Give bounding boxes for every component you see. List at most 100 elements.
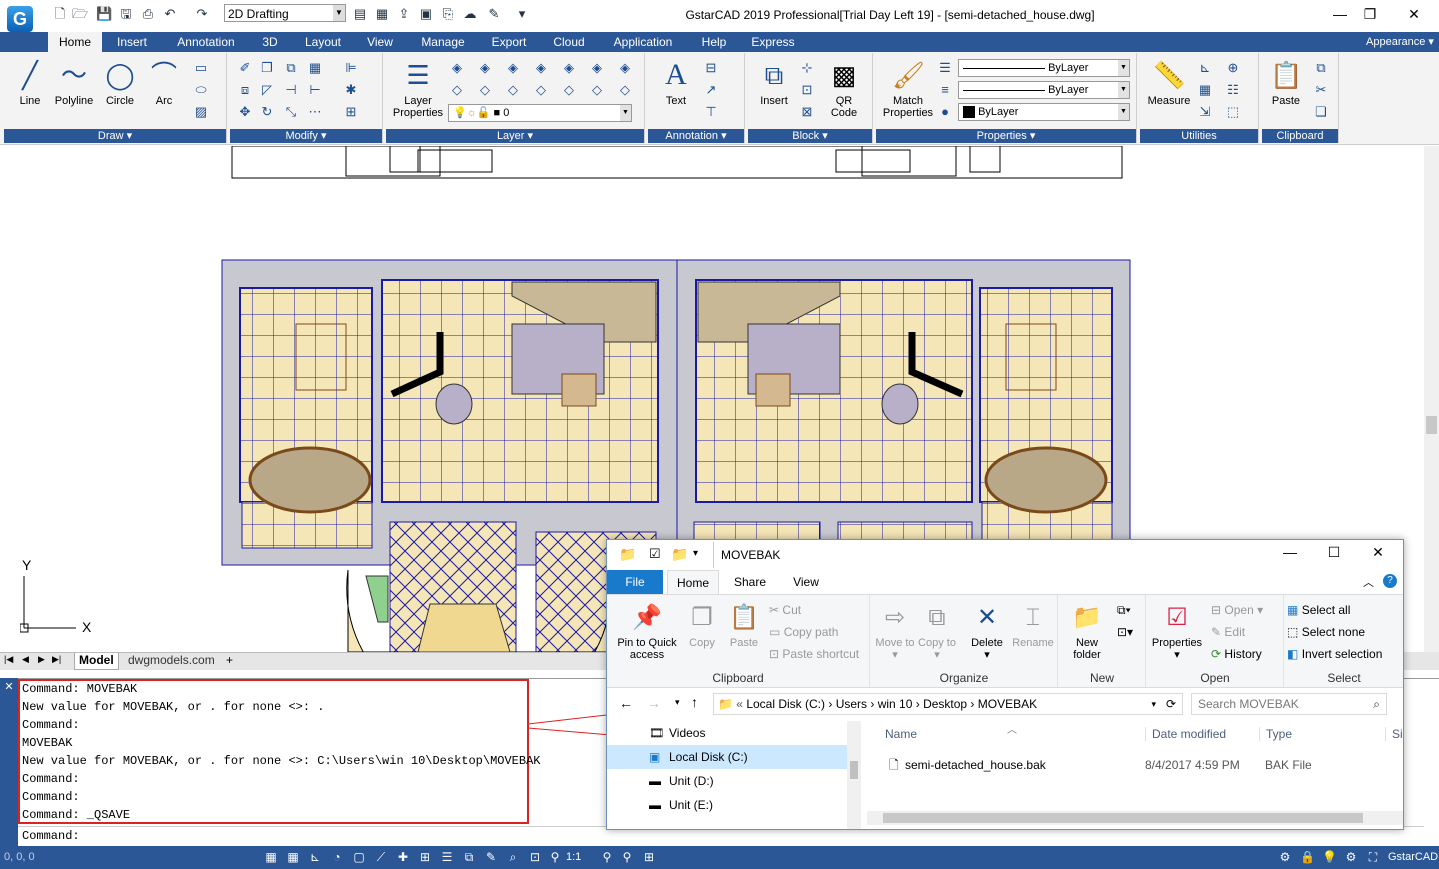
scroll-thumb[interactable] bbox=[1426, 416, 1437, 434]
pin-quick-access-button[interactable]: 📌 Pin to Quick access bbox=[611, 603, 683, 661]
collapse-ribbon-icon[interactable]: ︿ bbox=[1363, 574, 1374, 590]
scroll-thumb[interactable] bbox=[883, 813, 1363, 823]
layer-tool-8-icon[interactable]: ◇ bbox=[448, 81, 466, 99]
ellipse-icon[interactable]: ⬭ bbox=[192, 81, 210, 99]
layer-tool-6-icon[interactable]: ◈ bbox=[588, 59, 606, 77]
lineweight-toggle-icon[interactable]: ⊞ bbox=[418, 850, 432, 864]
plot-icon[interactable]: ⎘ bbox=[440, 6, 456, 22]
explorer-tab-view[interactable]: View bbox=[783, 570, 829, 594]
edit-icon[interactable]: ✎ bbox=[486, 6, 502, 22]
utilities-panel-title[interactable]: Utilities bbox=[1140, 129, 1258, 143]
qr-code-button[interactable]: ▩ QR Code bbox=[822, 59, 866, 119]
tab-nav-first-icon[interactable]: |◀ bbox=[4, 654, 13, 665]
copy-clip-icon[interactable]: ⧉ bbox=[1312, 59, 1330, 77]
layer-tool-5-icon[interactable]: ◈ bbox=[560, 59, 578, 77]
layer-panel-title[interactable]: Layer ▾ bbox=[386, 129, 644, 143]
linetype-select[interactable]: ByLayer ▼ bbox=[958, 81, 1130, 99]
ortho-icon[interactable]: ⊾ bbox=[308, 850, 322, 864]
arc-button[interactable]: ⌒ Arc bbox=[142, 59, 186, 107]
layer-tool-1-icon[interactable]: ◈ bbox=[448, 59, 466, 77]
tab-3d[interactable]: 3D bbox=[254, 32, 286, 52]
address-dropdown-icon[interactable]: ▾ bbox=[1151, 694, 1156, 714]
list-icon[interactable]: ☷ bbox=[1224, 81, 1242, 99]
lineweight-select[interactable]: ByLayer ▼ bbox=[958, 59, 1130, 77]
layer-select[interactable]: 💡☼🔓 ■ 0 ▼ bbox=[448, 104, 632, 122]
scale-icon[interactable]: ⤡ bbox=[282, 103, 300, 121]
select-all-button[interactable]: ▦ Select all bbox=[1287, 601, 1350, 619]
scroll-thumb[interactable] bbox=[850, 761, 858, 779]
tab-express[interactable]: Express bbox=[748, 32, 798, 52]
explorer-close-button[interactable]: ✕ bbox=[1363, 544, 1393, 564]
undo-icon[interactable]: ↶ bbox=[162, 6, 178, 22]
hatch-icon[interactable]: ▨ bbox=[192, 103, 210, 121]
maximize-button[interactable]: ❐ bbox=[1356, 4, 1384, 24]
easy-access-icon[interactable]: ⊡▾ bbox=[1117, 623, 1133, 641]
lock-ui-icon[interactable]: 🔒 bbox=[1300, 850, 1315, 864]
tab-cloud[interactable]: Cloud bbox=[546, 32, 592, 52]
polyline-button[interactable]: 〜 Polyline bbox=[52, 59, 96, 107]
tab-annotation[interactable]: Annotation bbox=[168, 32, 244, 52]
table-icon[interactable]: ⊤ bbox=[702, 103, 720, 121]
block-panel-title[interactable]: Block ▾ bbox=[748, 129, 872, 143]
delete-button[interactable]: ✕ Delete ▾ bbox=[967, 603, 1007, 661]
paste-button[interactable]: 📋 Paste bbox=[725, 603, 763, 649]
erase-icon[interactable]: ✐ bbox=[236, 59, 254, 77]
overflow-icon[interactable]: « bbox=[736, 697, 743, 711]
back-arrow-icon[interactable]: ← bbox=[619, 695, 633, 711]
edit-button[interactable]: ✎ Edit bbox=[1211, 623, 1245, 641]
pdf-icon[interactable]: ▣ bbox=[418, 6, 434, 22]
annotation-monitor-icon[interactable]: ✎ bbox=[484, 850, 498, 864]
snap-icon[interactable]: ▦ bbox=[286, 850, 300, 864]
tab-view[interactable]: View bbox=[360, 32, 400, 52]
nav-scrollbar[interactable] bbox=[847, 721, 861, 829]
offset-icon[interactable]: ⧈ bbox=[236, 81, 254, 99]
explorer-tab-share[interactable]: Share bbox=[725, 570, 775, 594]
insert-block-button[interactable]: ⧉ Insert bbox=[752, 59, 796, 107]
column-header-size[interactable]: Size bbox=[1385, 727, 1403, 741]
recent-locations-icon[interactable]: ▾ bbox=[675, 697, 680, 708]
annotation-panel-title[interactable]: Annotation ▾ bbox=[648, 129, 744, 143]
properties-panel-title[interactable]: Properties ▾ bbox=[876, 129, 1136, 143]
edit-block-icon[interactable]: ⊡ bbox=[798, 81, 816, 99]
layer-tool-14-icon[interactable]: ◇ bbox=[616, 81, 634, 99]
close-icon[interactable]: ✕ bbox=[0, 680, 18, 693]
layer-tool-7-icon[interactable]: ◈ bbox=[616, 59, 634, 77]
modify-panel-title[interactable]: Modify ▾ bbox=[230, 129, 382, 143]
customize-qat-icon[interactable]: ▾ bbox=[693, 548, 698, 559]
trim-icon[interactable]: ⊣ bbox=[282, 81, 300, 99]
calculator-icon[interactable]: ▦ bbox=[1196, 81, 1214, 99]
quick-select-icon[interactable]: ⇲ bbox=[1196, 103, 1214, 121]
layer-tool-9-icon[interactable]: ◇ bbox=[476, 81, 494, 99]
forward-arrow-icon[interactable]: → bbox=[647, 695, 661, 711]
layer-tool-13-icon[interactable]: ◇ bbox=[588, 81, 606, 99]
select-none-button[interactable]: ⬚ Select none bbox=[1287, 623, 1365, 641]
redo-icon[interactable]: ↷ bbox=[194, 6, 210, 22]
select-all-objects-icon[interactable]: ⬚ bbox=[1224, 103, 1242, 121]
tab-layout[interactable]: Layout bbox=[298, 32, 348, 52]
tab-nav-next-icon[interactable]: ▶ bbox=[38, 654, 45, 665]
search-input[interactable]: Search MOVEBAK ⌕ bbox=[1191, 693, 1387, 715]
explorer-maximize-button[interactable]: ☐ bbox=[1319, 544, 1349, 564]
layer-properties-button[interactable]: ☰ Layer Properties bbox=[392, 59, 444, 119]
layer-tool-11-icon[interactable]: ◇ bbox=[532, 81, 550, 99]
properties-button[interactable]: ☑ Properties ▾ bbox=[1149, 603, 1205, 661]
column-header-type[interactable]: Type bbox=[1259, 727, 1292, 741]
breadcrumb-item[interactable]: Local Disk (C:) bbox=[746, 697, 825, 711]
layer-tool-2-icon[interactable]: ◈ bbox=[476, 59, 494, 77]
explorer-tab-home[interactable]: Home bbox=[667, 570, 719, 594]
explode-icon[interactable]: ✱ bbox=[342, 81, 360, 99]
column-header-name[interactable]: Name bbox=[885, 727, 917, 741]
layer-tool-3-icon[interactable]: ◈ bbox=[504, 59, 522, 77]
dyn-icon[interactable]: ✚ bbox=[396, 850, 410, 864]
appearance-menu[interactable]: Appearance ▾ bbox=[1362, 32, 1438, 52]
copy-button[interactable]: ❐ Copy bbox=[683, 603, 721, 649]
invert-selection-button[interactable]: ◧ Invert selection bbox=[1287, 645, 1382, 663]
circle-button[interactable]: ◯ Circle bbox=[98, 59, 142, 107]
tab-nav-prev-icon[interactable]: ◀ bbox=[22, 654, 29, 665]
tab-manage[interactable]: Manage bbox=[414, 32, 472, 52]
rectangle-icon[interactable]: ▭ bbox=[192, 59, 210, 77]
text-button[interactable]: A Text bbox=[654, 59, 698, 108]
cut-button[interactable]: ✂ Cut bbox=[769, 601, 801, 619]
rename-button[interactable]: ⌶ Rename bbox=[1011, 603, 1055, 649]
paste-shortcut-button[interactable]: ⊡ Paste shortcut bbox=[769, 645, 859, 663]
